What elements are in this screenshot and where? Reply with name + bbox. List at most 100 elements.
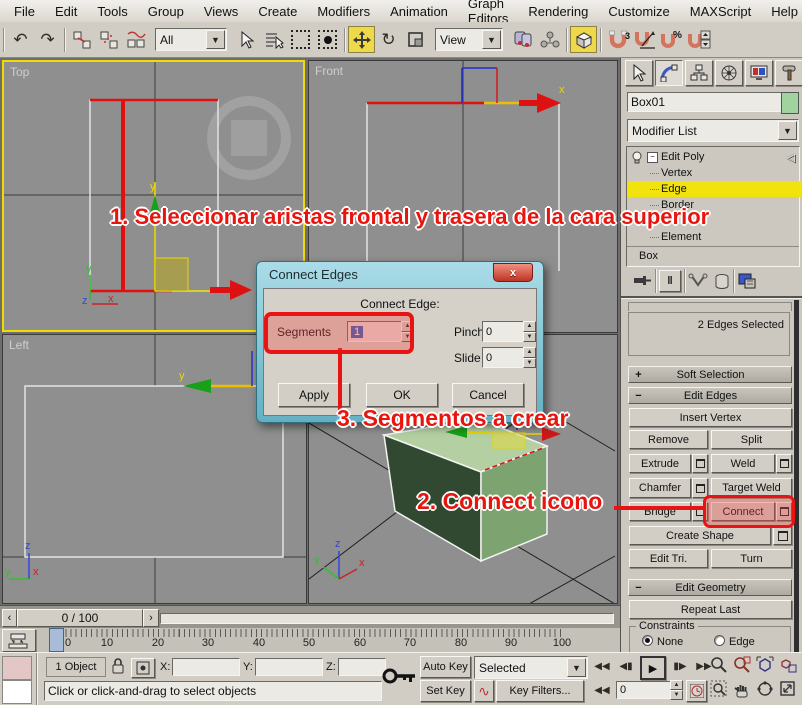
- absolute-offset-toggle-icon[interactable]: [131, 658, 155, 678]
- percent-snap-icon[interactable]: %: [658, 26, 685, 53]
- set-keys-key-icon[interactable]: [382, 663, 418, 694]
- create-shape-settings-icon[interactable]: [773, 526, 792, 545]
- arc-rotate-icon[interactable]: [756, 680, 774, 698]
- turn-button[interactable]: Turn: [711, 549, 792, 568]
- play-icon[interactable]: ▶: [640, 656, 666, 680]
- weld-settings-icon[interactable]: [776, 454, 792, 473]
- time-slider-track[interactable]: [160, 613, 614, 624]
- redo-icon[interactable]: ↷: [34, 26, 61, 53]
- tab-utilities-icon[interactable]: [775, 60, 802, 86]
- dialog-close-icon[interactable]: x: [493, 263, 533, 282]
- current-frame-field[interactable]: 0: [616, 681, 676, 699]
- selection-filter-dropdown[interactable]: All ▼: [155, 28, 227, 51]
- rollout-edit-edges[interactable]: −Edit Edges: [628, 387, 792, 404]
- region-zoom-icon[interactable]: [710, 680, 728, 698]
- time-slider-next-icon[interactable]: ›: [143, 609, 159, 627]
- collapse-box-icon[interactable]: −: [647, 152, 658, 163]
- current-frame-marker[interactable]: [49, 628, 64, 652]
- show-end-result-icon[interactable]: ‖: [659, 270, 681, 292]
- menu-views[interactable]: Views: [194, 2, 248, 21]
- menu-modifiers[interactable]: Modifiers: [307, 2, 380, 21]
- repeat-last-button[interactable]: Repeat Last: [629, 600, 792, 619]
- split-button[interactable]: Split: [711, 430, 792, 449]
- maxscript-mini-listener-white[interactable]: [2, 680, 32, 704]
- tab-display-icon[interactable]: [745, 60, 773, 86]
- tab-motion-icon[interactable]: [715, 60, 743, 86]
- edit-tri-button[interactable]: Edit Tri.: [629, 549, 708, 568]
- stack-row-box[interactable]: Box: [627, 248, 802, 264]
- key-filters-button[interactable]: Key Filters...: [496, 680, 584, 702]
- selection-lock-icon[interactable]: [110, 657, 126, 680]
- dropdown-arrow-icon[interactable]: ▼: [482, 30, 501, 49]
- select-and-move-icon[interactable]: [348, 26, 375, 53]
- stack-row-edit-poly[interactable]: − Edit Poly ◁: [627, 149, 799, 165]
- tab-create-icon[interactable]: [625, 60, 653, 86]
- menu-group[interactable]: Group: [138, 2, 194, 21]
- spinner-snap-icon[interactable]: [685, 26, 712, 53]
- keyboard-override-icon[interactable]: [570, 26, 597, 53]
- create-shape-button[interactable]: Create Shape: [629, 526, 771, 545]
- track-bar-ticks[interactable]: [50, 629, 565, 637]
- keyable-dropdown[interactable]: Selected ▼: [474, 656, 588, 679]
- menu-file[interactable]: File: [4, 2, 45, 21]
- zoom-icon[interactable]: [710, 656, 728, 674]
- y-coord-field[interactable]: [255, 658, 323, 676]
- chamfer-button[interactable]: Chamfer: [629, 478, 691, 498]
- object-name-field[interactable]: Box01: [627, 92, 783, 112]
- menu-tools[interactable]: Tools: [87, 2, 137, 21]
- auto-key-button[interactable]: Auto Key: [420, 656, 471, 678]
- constraint-none-radio[interactable]: None: [642, 635, 683, 648]
- undo-icon[interactable]: ↶: [7, 26, 34, 53]
- extrude-button[interactable]: Extrude: [629, 454, 691, 473]
- angle-snap-icon[interactable]: [631, 26, 658, 53]
- make-unique-icon[interactable]: [688, 273, 708, 289]
- dropdown-arrow-icon[interactable]: ▼: [206, 30, 225, 49]
- select-by-name-icon[interactable]: [260, 26, 287, 53]
- menu-rendering[interactable]: Rendering: [518, 2, 598, 21]
- zoom-extents-all-icon[interactable]: [779, 656, 797, 674]
- lightbulb-icon[interactable]: [630, 151, 644, 164]
- menu-help[interactable]: Help: [761, 2, 802, 21]
- unlink-icon[interactable]: [95, 26, 122, 53]
- maxscript-mini-listener-pink[interactable]: [2, 656, 32, 680]
- use-pivot-point-icon[interactable]: [509, 26, 536, 53]
- x-coord-field[interactable]: [172, 658, 240, 676]
- stack-row-vertex[interactable]: ·····Vertex: [627, 165, 802, 181]
- remove-modifier-icon[interactable]: [714, 273, 730, 290]
- time-slider-bar[interactable]: 0 / 100: [17, 609, 143, 627]
- viewport-top-label[interactable]: Top: [10, 65, 29, 79]
- menu-create[interactable]: Create: [248, 2, 307, 21]
- bind-to-space-warp-icon[interactable]: [122, 26, 149, 53]
- zoom-all-icon[interactable]: [733, 656, 751, 674]
- prev-frame-icon[interactable]: ◀▮: [616, 656, 636, 676]
- time-slider-prev-icon[interactable]: ‹: [2, 609, 17, 627]
- bridge-button[interactable]: Bridge: [629, 502, 691, 521]
- z-coord-field[interactable]: [338, 658, 386, 676]
- select-object-icon[interactable]: [233, 26, 260, 53]
- pan-hand-icon[interactable]: [733, 680, 751, 698]
- zoom-extents-icon[interactable]: [756, 656, 774, 674]
- object-color-swatch[interactable]: [781, 92, 799, 114]
- remove-button[interactable]: Remove: [629, 430, 708, 449]
- dropdown-arrow-icon[interactable]: ▼: [567, 658, 586, 677]
- set-key-button[interactable]: Set Key: [420, 680, 471, 702]
- stack-row-edge[interactable]: ·····Edge◁: [627, 181, 802, 197]
- viewport-front-label[interactable]: Front: [315, 64, 343, 78]
- menu-maxscript[interactable]: MAXScript: [680, 2, 761, 21]
- menu-customize[interactable]: Customize: [598, 2, 679, 21]
- collapse-icon[interactable]: −: [633, 390, 644, 402]
- time-configuration-icon[interactable]: [686, 680, 707, 702]
- configure-modifier-sets-icon[interactable]: [737, 272, 757, 290]
- viewport-left-label[interactable]: Left: [9, 338, 29, 352]
- window-crossing-icon[interactable]: [314, 26, 341, 53]
- maximize-viewport-toggle-icon[interactable]: [779, 680, 797, 698]
- rollout-edit-geometry[interactable]: −Edit Geometry: [628, 579, 792, 596]
- select-and-link-icon[interactable]: [68, 26, 95, 53]
- expand-icon[interactable]: +: [633, 369, 644, 381]
- frame-spinner[interactable]: ▲▼: [670, 680, 683, 700]
- dropdown-arrow-icon[interactable]: ▼: [778, 121, 797, 140]
- select-and-manipulate-icon[interactable]: [536, 26, 563, 53]
- slide-spinner[interactable]: ▲▼: [523, 347, 536, 368]
- rectangular-selection-region-icon[interactable]: [287, 26, 314, 53]
- default-tangents-icon[interactable]: ∿: [474, 680, 494, 702]
